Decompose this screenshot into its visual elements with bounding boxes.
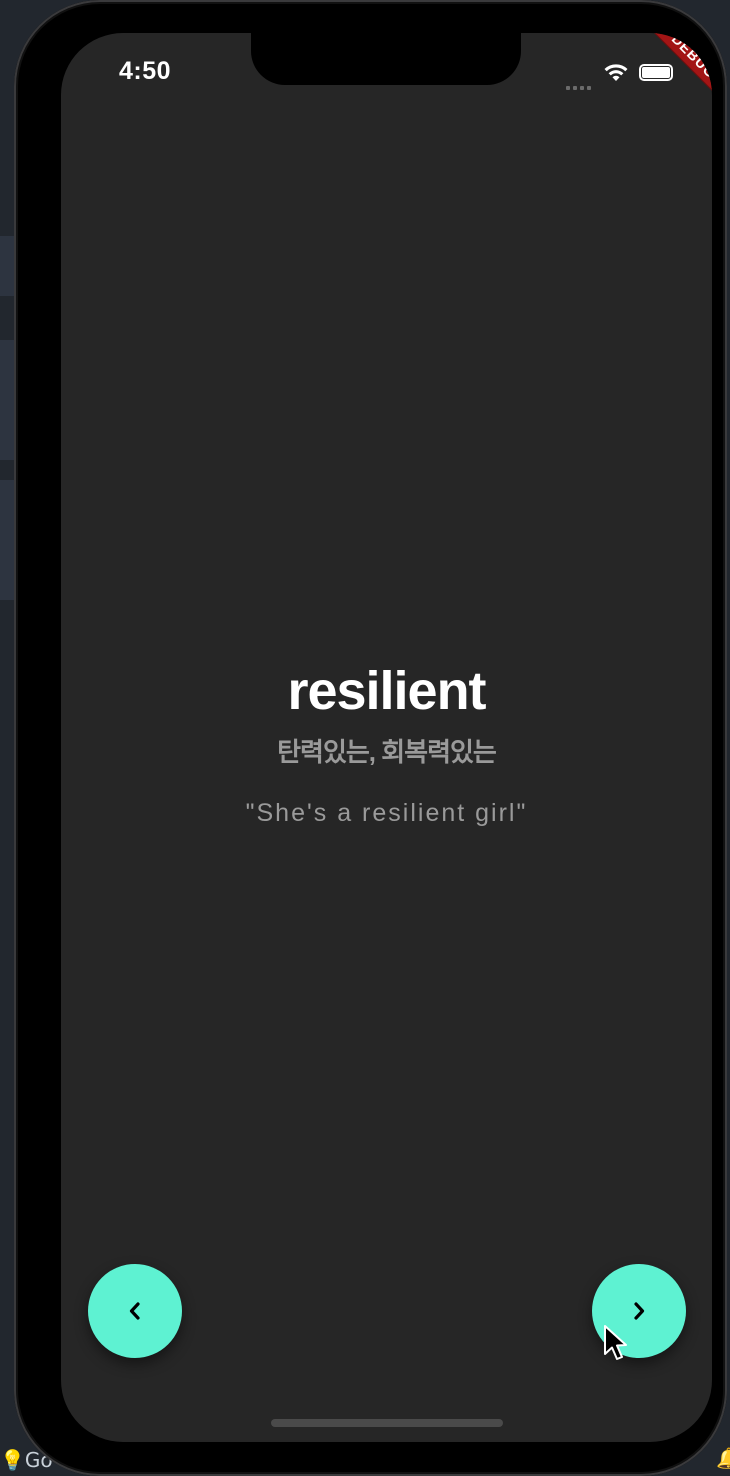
- phone-frame: 4:50 DEBUG resilient 탄력있는, 회복력있는 "She's …: [14, 0, 727, 1476]
- vocabulary-word: resilient: [287, 661, 486, 721]
- desktop-side-panel: [0, 340, 14, 460]
- mouse-cursor-icon: [604, 1325, 627, 1360]
- cellular-signal-icon: [566, 77, 594, 90]
- vocabulary-card: resilient 탄력있는, 회복력있는 "She's a resilient…: [61, 658, 712, 830]
- status-bar-time: 4:50: [119, 57, 172, 85]
- word-meaning: 탄력있는, 회복력있는: [277, 737, 497, 767]
- desktop-side-panel: [0, 236, 14, 296]
- home-indicator[interactable]: [271, 1419, 503, 1427]
- lightbulb-icon: 💡: [0, 1448, 25, 1472]
- chevron-right-icon: [634, 1302, 645, 1320]
- wifi-icon: [604, 64, 628, 81]
- example-sentence: "She's a resilient girl": [245, 799, 528, 827]
- previous-word-button[interactable]: [88, 1264, 182, 1358]
- chevron-left-icon: [129, 1302, 140, 1320]
- device-notch: [251, 33, 521, 85]
- app-screen: 4:50 DEBUG resilient 탄력있는, 회복력있는 "She's …: [61, 33, 712, 1442]
- desktop-side-panel: [0, 480, 14, 600]
- battery-icon: [639, 64, 673, 81]
- host-desktop: 💡Go 🔔 4:50 DEBUG resilient 탄력있는, 회복력있는 "…: [0, 0, 730, 1476]
- notification-bell-icon: 🔔: [716, 1448, 730, 1470]
